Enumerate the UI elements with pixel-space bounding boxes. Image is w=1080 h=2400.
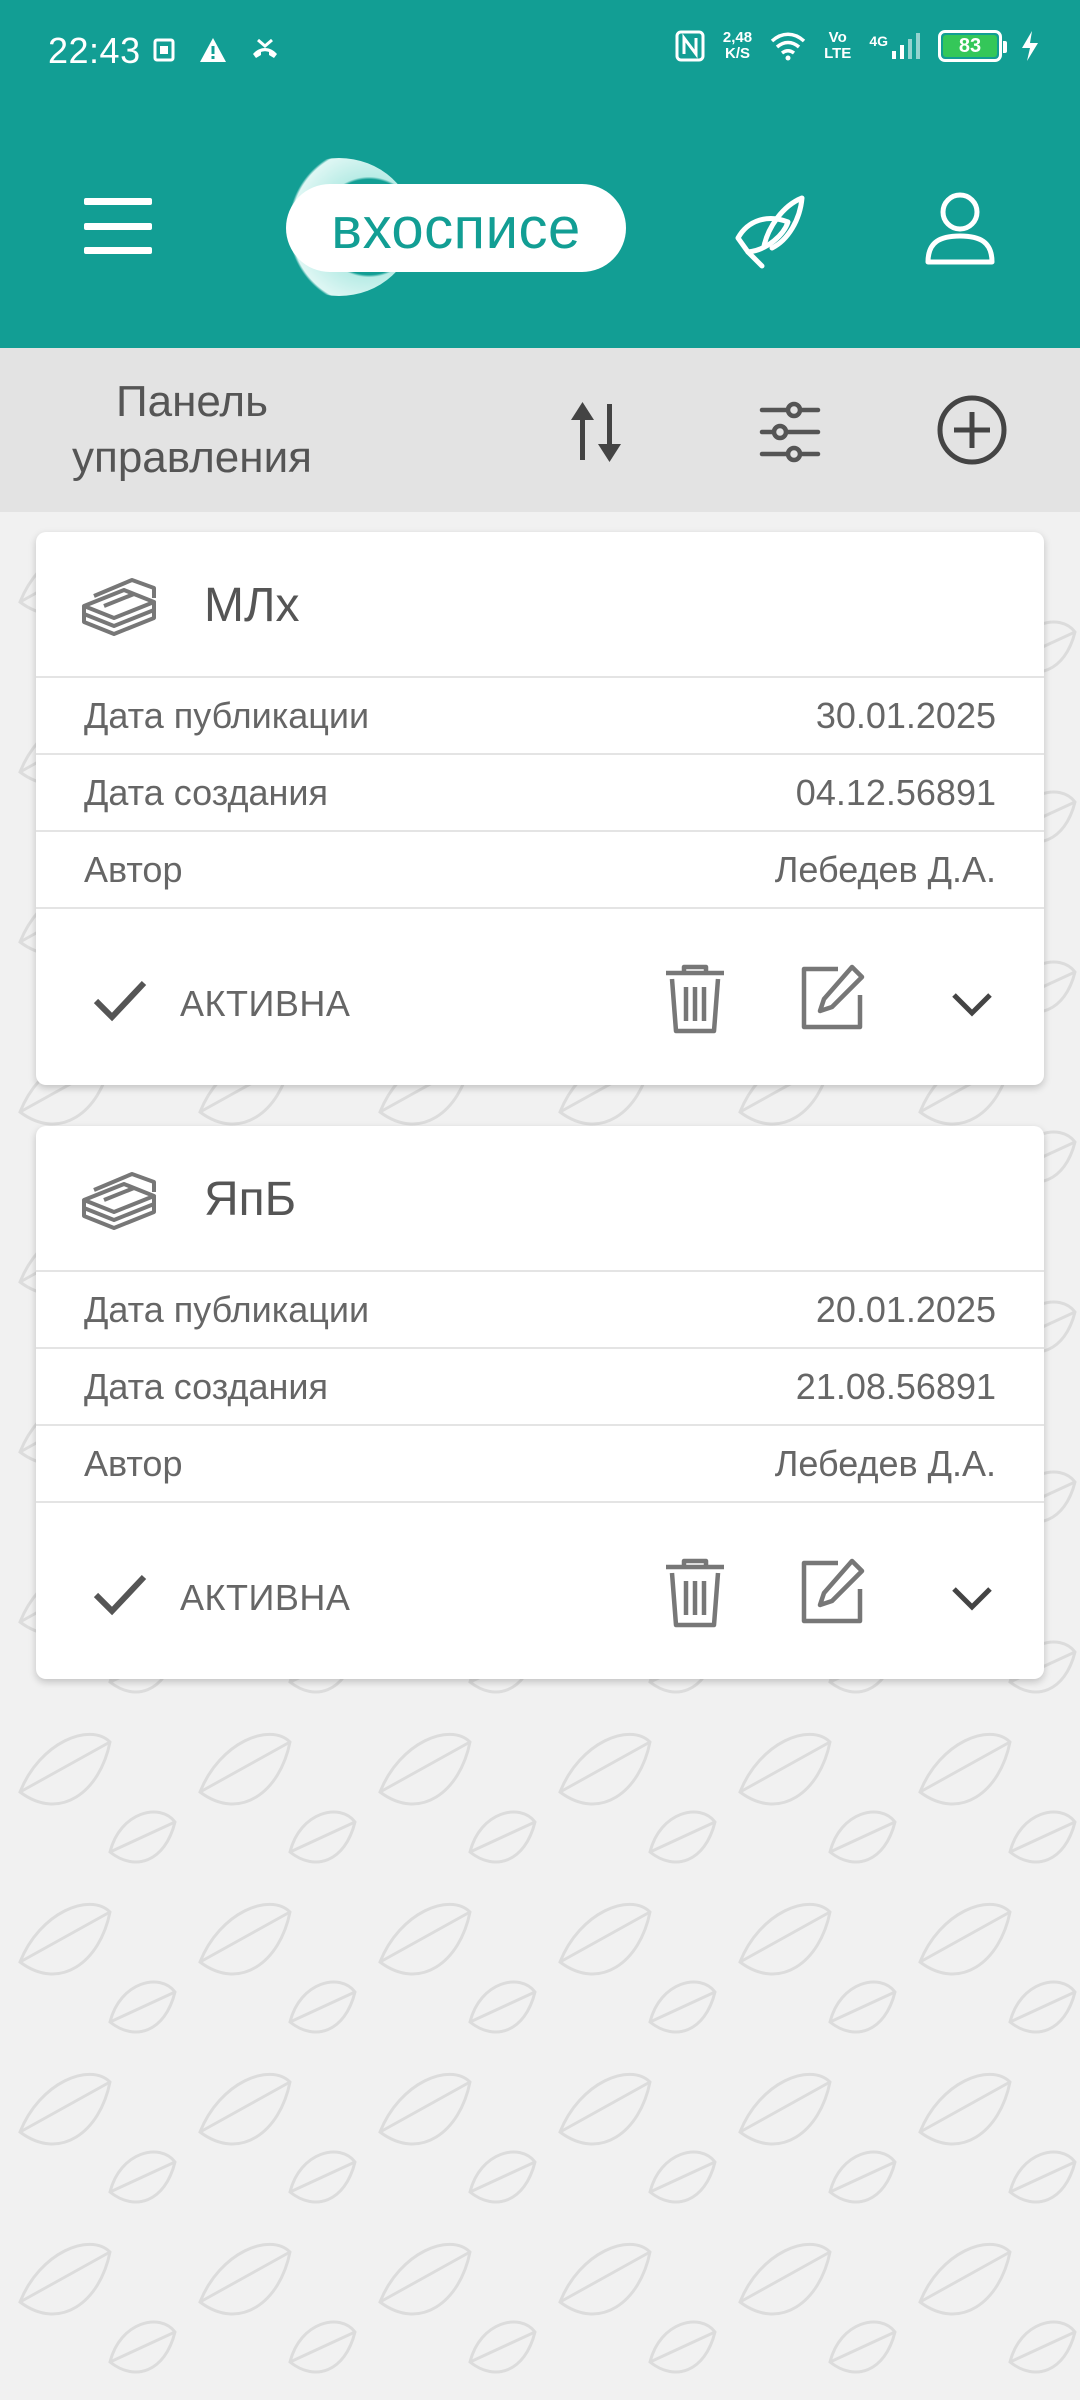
document-card[interactable]: МЛх Дата публикации 30.01.2025 Дата созд… xyxy=(36,532,1044,1085)
menu-icon[interactable] xyxy=(84,198,152,254)
edit-icon[interactable] xyxy=(798,1557,866,1627)
document-card[interactable]: ЯпБ Дата публикации 20.01.2025 Дата созд… xyxy=(36,1126,1044,1679)
chevron-down-icon[interactable] xyxy=(950,989,994,1019)
row-label: Дата публикации xyxy=(84,1288,370,1330)
wifi-icon xyxy=(770,32,806,61)
creation-date-row: Дата создания 04.12.56891 xyxy=(36,755,1044,832)
charging-icon xyxy=(1022,31,1038,61)
battery-icon: 83 xyxy=(938,30,1007,62)
screen: 22:43 2,48 K/S Vo LTE 4G 83 вхосписе Пан… xyxy=(0,0,1080,2400)
cell-signal-icon: 4G xyxy=(869,33,920,59)
creation-date-row: Дата создания 21.08.56891 xyxy=(36,1349,1044,1426)
sort-icon[interactable] xyxy=(564,398,632,466)
card-footer: АКТИВНА xyxy=(36,909,1044,1085)
author-row: Автор Лебедев Д.А. xyxy=(36,1426,1044,1503)
row-label: Автор xyxy=(84,848,183,890)
status-label: АКТИВНА xyxy=(180,983,351,1024)
card-header: МЛх xyxy=(36,532,1044,678)
row-value: 30.01.2025 xyxy=(815,694,996,736)
row-label: Дата создания xyxy=(84,1365,328,1407)
card-title: МЛх xyxy=(204,579,300,632)
feather-icon[interactable] xyxy=(728,192,810,270)
status-time: 22:43 xyxy=(48,30,141,71)
status-label: АКТИВНА xyxy=(180,1577,351,1618)
battery-level: 83 xyxy=(943,35,997,57)
row-label: Дата создания xyxy=(84,771,328,813)
app-header: 22:43 2,48 K/S Vo LTE 4G 83 вхосписе xyxy=(0,0,1080,348)
author-row: Автор Лебедев Д.А. xyxy=(36,832,1044,909)
missed-call-icon xyxy=(253,38,277,58)
card-footer: АКТИВНА xyxy=(36,1503,1044,1679)
trash-icon[interactable] xyxy=(662,1557,728,1629)
user-icon[interactable] xyxy=(922,190,998,268)
row-value: 21.08.56891 xyxy=(795,1365,996,1407)
row-value: Лебедев Д.А. xyxy=(774,1442,996,1484)
dashboard-toolbar: Панель управления xyxy=(0,348,1080,512)
publication-date-row: Дата публикации 30.01.2025 xyxy=(36,678,1044,755)
page-title: Панель управления xyxy=(72,377,312,482)
card-header: ЯпБ xyxy=(36,1126,1044,1272)
check-icon xyxy=(93,980,147,1022)
card-title: ЯпБ xyxy=(204,1173,297,1226)
warning-icon xyxy=(200,38,226,62)
sim-icon xyxy=(153,38,175,62)
volte-indicator: Vo LTE xyxy=(824,29,852,62)
money-stack-icon xyxy=(82,578,156,636)
publication-date-row: Дата публикации 20.01.2025 xyxy=(36,1272,1044,1349)
filter-icon[interactable] xyxy=(756,398,824,466)
row-label: Автор xyxy=(84,1442,183,1484)
network-speed: 2,48 K/S xyxy=(722,29,753,62)
check-icon xyxy=(93,1574,147,1616)
money-stack-icon xyxy=(82,1172,156,1230)
row-value: 04.12.56891 xyxy=(795,771,996,813)
app-logo: вхосписе xyxy=(264,158,626,296)
chevron-down-icon[interactable] xyxy=(950,1583,994,1613)
logo-text: вхосписе xyxy=(286,184,626,272)
status-bar: 22:43 2,48 K/S Vo LTE 4G 83 xyxy=(0,0,1080,110)
nfc-icon xyxy=(675,30,705,62)
trash-icon[interactable] xyxy=(662,963,728,1035)
edit-icon[interactable] xyxy=(798,963,866,1033)
row-label: Дата публикации xyxy=(84,694,370,736)
add-circle-icon[interactable] xyxy=(936,394,1008,466)
row-value: Лебедев Д.А. xyxy=(774,848,996,890)
row-value: 20.01.2025 xyxy=(815,1288,996,1330)
